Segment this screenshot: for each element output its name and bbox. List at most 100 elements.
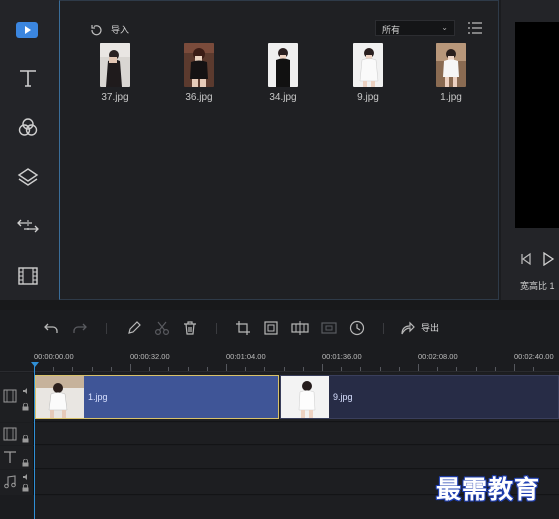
music-track-icon [4, 475, 16, 489]
ruler-tick [245, 367, 247, 371]
volume-icon[interactable] [22, 387, 30, 395]
ruler-tick [91, 367, 93, 371]
toolbar-separator [383, 323, 384, 334]
video-track-header [0, 373, 34, 422]
ruler-tick [168, 367, 170, 371]
ruler-label: 00:00:32.00 [130, 352, 170, 361]
aspect-ratio-label[interactable]: 宽高比 1 [520, 279, 555, 292]
text-icon[interactable] [12, 64, 44, 92]
play-icon[interactable] [541, 251, 555, 267]
ruler-tick [283, 367, 285, 371]
ruler-label: 00:01:04.00 [226, 352, 266, 361]
video-track-icon [3, 389, 17, 403]
media-thumbnail-9[interactable] [353, 43, 383, 87]
export-icon[interactable] [400, 320, 416, 336]
media-item-label: 37.jpg [101, 92, 129, 103]
ruler-tick [475, 367, 477, 371]
media-item-label: 9.jpg [357, 92, 379, 103]
ruler-tick [494, 367, 496, 371]
volume-icon[interactable] [22, 473, 30, 481]
filter-icon[interactable] [12, 113, 44, 141]
export-button[interactable]: 导出 [421, 321, 439, 334]
media-thumbnail-37[interactable] [100, 43, 130, 87]
overlay-track[interactable] [35, 423, 559, 445]
duration-icon[interactable] [349, 320, 365, 336]
media-item-label: 1.jpg [440, 92, 462, 103]
filter-value: 所有 [382, 25, 401, 35]
ruler-tick [398, 367, 400, 371]
media-thumbnail-1[interactable] [436, 43, 466, 87]
ruler-tick [514, 364, 515, 371]
toolbar-separator [106, 323, 107, 334]
playhead[interactable] [34, 366, 35, 519]
ruler-label: 00:02:08.00 [418, 352, 458, 361]
timeline-ruler[interactable]: 00:00:00.00 00:00:32.00 00:01:04.00 00:0… [0, 344, 559, 372]
ruler-tick [341, 367, 343, 371]
ruler-label: 00:02:40.00 [514, 352, 554, 361]
crop-icon[interactable] [235, 320, 251, 336]
redo-icon[interactable] [72, 320, 88, 336]
clip-label: 9.jpg [333, 392, 353, 402]
ruler-tick [187, 367, 189, 371]
music-track-header [0, 470, 34, 495]
ruler-tick [53, 367, 55, 371]
ruler-tick [360, 367, 362, 371]
ruler-tick [533, 367, 535, 371]
ruler-label: 00:01:36.00 [322, 352, 362, 361]
timeline-clip-1[interactable]: 1.jpg [35, 375, 279, 419]
edit-toolbar: 导出 [0, 312, 559, 344]
ruler-tick [322, 364, 323, 371]
import-icon [91, 24, 102, 35]
video-track[interactable]: 1.jpg 9.jpg [35, 373, 559, 422]
clip-thumbnail [36, 376, 84, 418]
ruler-tick [418, 364, 419, 371]
watermark-text: 最需教育 [436, 475, 541, 504]
ruler-tick [130, 364, 131, 371]
list-view-icon[interactable] [467, 21, 483, 35]
ruler-tick [72, 367, 74, 371]
overlay-track-header [0, 423, 34, 445]
undo-icon[interactable] [43, 320, 59, 336]
media-filter-select[interactable]: 所有 ⌄ [375, 20, 455, 36]
panel-divider[interactable] [0, 300, 559, 310]
lock-icon[interactable] [22, 403, 29, 411]
text-track[interactable] [35, 446, 559, 469]
zoom-fit-icon[interactable] [263, 320, 279, 336]
transition-icon[interactable] [12, 212, 44, 240]
sidebar-media-tab[interactable] [0, 0, 60, 52]
toolbar-separator [216, 323, 217, 334]
lock-icon[interactable] [22, 459, 29, 467]
timeline-clip-9[interactable]: 9.jpg [280, 375, 559, 419]
edit-icon[interactable] [126, 320, 142, 336]
video-editor-window: 导入 所有 ⌄ 37.jpg 36.jpg 34.jpg 9.jpg 1.jpg… [0, 0, 559, 519]
ruler-label: 00:00:00.00 [34, 352, 74, 361]
overlay-track-icon [3, 427, 17, 441]
ruler-tick [456, 367, 458, 371]
import-label: 导入 [111, 25, 130, 35]
tool-sidebar [0, 0, 60, 300]
lock-icon[interactable] [22, 484, 29, 492]
media-thumbnail-36[interactable] [184, 43, 214, 87]
playhead-handle[interactable] [31, 362, 39, 367]
media-icon[interactable] [16, 22, 38, 38]
mosaic-icon[interactable] [321, 320, 337, 336]
ruler-tick [264, 367, 266, 371]
lock-icon[interactable] [22, 435, 29, 443]
text-track-header [0, 446, 34, 469]
overlay-icon[interactable] [12, 163, 44, 191]
ruler-tick [226, 364, 227, 371]
previous-frame-icon[interactable] [519, 252, 533, 266]
ruler-tick [206, 367, 208, 371]
delete-icon[interactable] [182, 320, 198, 336]
ruler-tick [379, 367, 381, 371]
ruler-tick [302, 367, 304, 371]
preview-screen [515, 22, 559, 228]
ruler-tick [110, 367, 112, 371]
media-item-label: 34.jpg [269, 92, 297, 103]
cut-icon[interactable] [154, 320, 170, 336]
clip-label: 1.jpg [88, 392, 108, 402]
film-icon[interactable] [12, 262, 44, 290]
media-thumbnail-34[interactable] [268, 43, 298, 87]
split-icon[interactable] [291, 320, 309, 336]
import-button[interactable]: 导入 [90, 23, 129, 36]
